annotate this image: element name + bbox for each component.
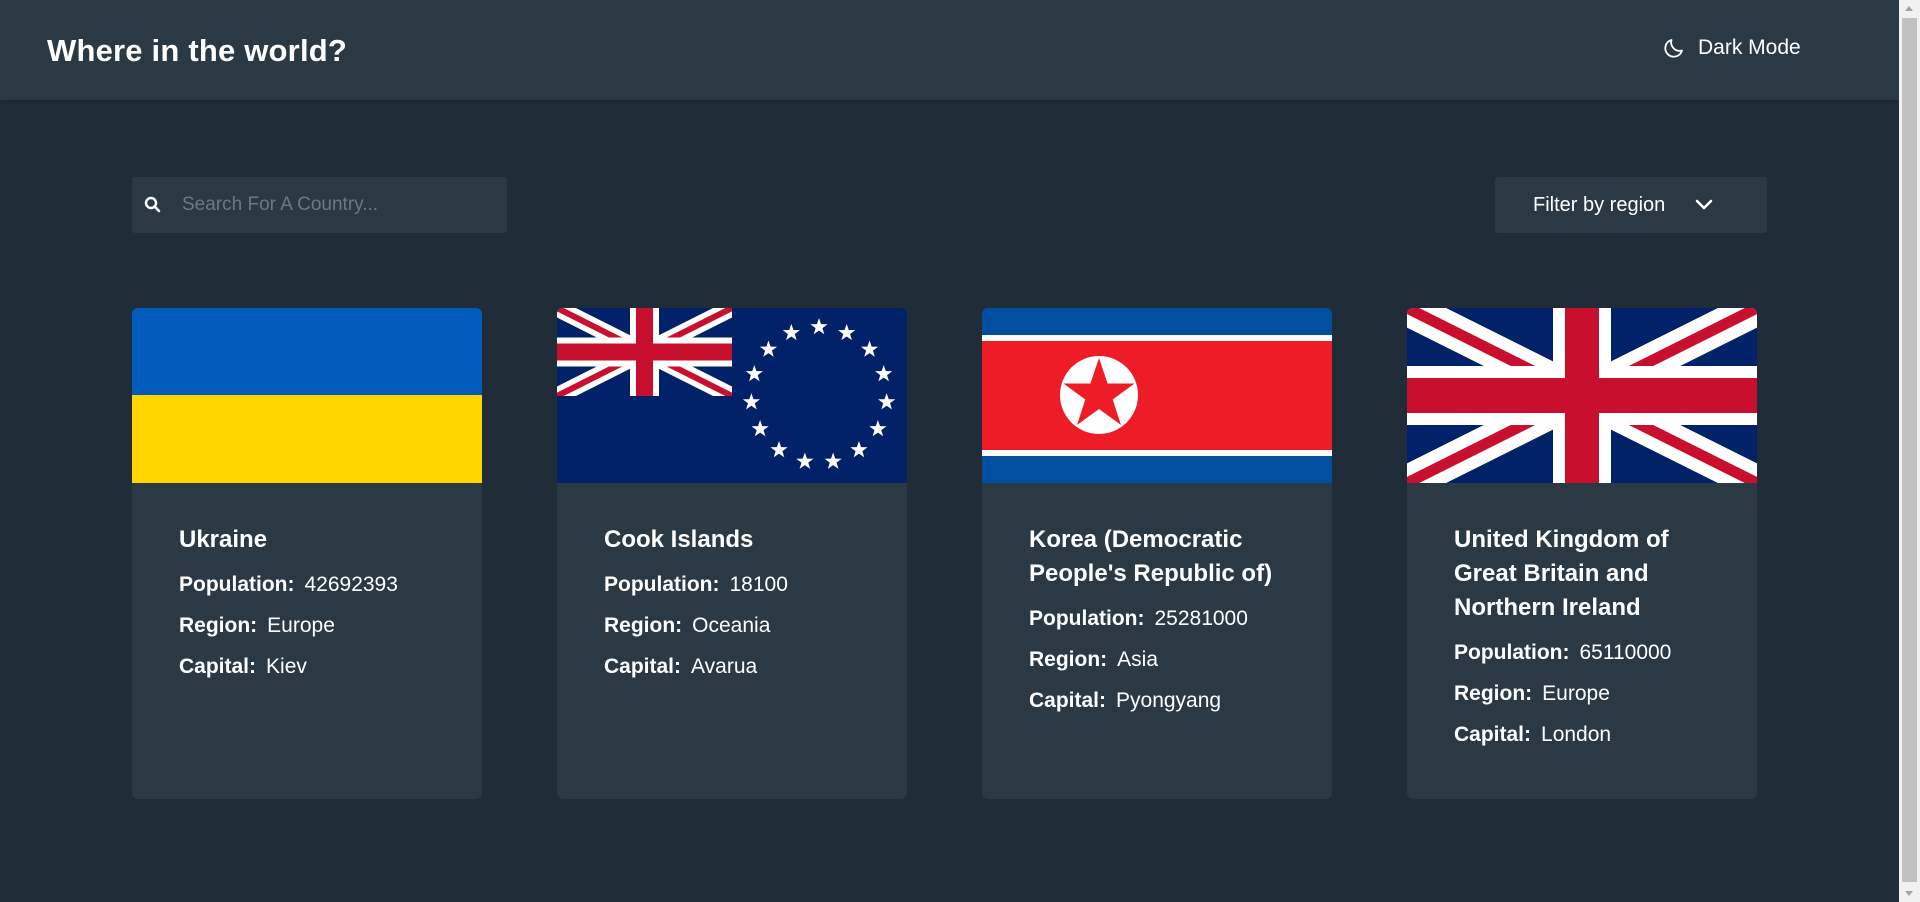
region-row: Region: Europe: [1454, 682, 1710, 706]
region-value: Europe: [267, 614, 335, 637]
north-korea-flag: [982, 308, 1332, 483]
country-name: Ukraine: [179, 526, 268, 553]
country-name: Cook Islands: [604, 526, 754, 553]
dark-mode-toggle[interactable]: Dark Mode: [1662, 36, 1801, 60]
population-row: Population: 25281000: [1029, 607, 1285, 631]
ukraine-flag: [132, 308, 482, 483]
capital-row: Capital: Kiev: [179, 655, 435, 679]
region-row: Region: Europe: [179, 614, 435, 638]
population-label: Population:: [1454, 641, 1570, 664]
country-card[interactable]: Korea (Democratic People's Republic of) …: [982, 308, 1332, 799]
search-icon: [144, 196, 162, 214]
country-name: United Kingdom of Great Britain and Nort…: [1454, 526, 1669, 621]
region-row: Region: Oceania: [604, 614, 860, 638]
united-kingdom-flag: [1407, 308, 1757, 483]
cook-islands-flag: [557, 308, 907, 483]
capital-value: Pyongyang: [1116, 689, 1222, 712]
dark-mode-label: Dark Mode: [1698, 36, 1801, 59]
population-value: 25281000: [1154, 607, 1248, 630]
moon-icon: [1662, 36, 1686, 60]
region-label: Region:: [1029, 648, 1108, 671]
country-card[interactable]: Ukraine Population: 42692393 Region: Europ…: [132, 308, 482, 799]
capital-row: Capital: London: [1454, 723, 1710, 747]
app-title: Where in the world?: [47, 33, 348, 68]
top-header: Where in the world? Dark Mode: [0, 0, 1899, 100]
capital-value: London: [1541, 723, 1612, 746]
filter-label: Filter by region: [1533, 193, 1666, 216]
region-label: Region:: [179, 614, 258, 637]
capital-row: Capital: Pyongyang: [1029, 689, 1285, 713]
region-value: Europe: [1542, 682, 1610, 705]
country-card[interactable]: Cook Islands Population: 18100 Region: Oce…: [557, 308, 907, 799]
region-value: Oceania: [692, 614, 771, 637]
population-value: 65110000: [1579, 641, 1672, 664]
vertical-scrollbar[interactable]: [1899, 0, 1920, 902]
capital-label: Capital:: [1029, 689, 1107, 712]
capital-value: Avarua: [691, 655, 758, 678]
region-value: Asia: [1117, 648, 1159, 671]
chevron-down-icon: [1693, 194, 1715, 216]
scroll-down-arrow-icon[interactable]: [1905, 891, 1913, 896]
country-name: Korea (Democratic People's Republic of): [1029, 526, 1273, 587]
country-card[interactable]: United Kingdom of Great Britain and Nort…: [1407, 308, 1757, 799]
region-label: Region:: [1454, 682, 1533, 705]
population-label: Population:: [179, 573, 295, 596]
scrollbar-thumb[interactable]: [1902, 18, 1917, 882]
population-row: Population: 65110000: [1454, 641, 1710, 665]
capital-label: Capital:: [1454, 723, 1532, 746]
population-label: Population:: [604, 573, 720, 596]
scroll-up-arrow-icon[interactable]: [1905, 6, 1913, 11]
capital-label: Capital:: [604, 655, 682, 678]
region-row: Region: Asia: [1029, 648, 1285, 672]
search-box[interactable]: [132, 177, 507, 233]
region-label: Region:: [604, 614, 683, 637]
capital-row: Capital: Avarua: [604, 655, 860, 679]
population-row: Population: 42692393: [179, 573, 435, 597]
capital-label: Capital:: [179, 655, 257, 678]
capital-value: Kiev: [266, 655, 307, 678]
population-value: 18100: [729, 573, 788, 596]
population-row: Population: 18100: [604, 573, 860, 597]
region-filter-dropdown[interactable]: Filter by region: [1495, 177, 1767, 233]
population-label: Population:: [1029, 607, 1145, 630]
population-value: 42692393: [304, 573, 398, 596]
search-input[interactable]: [182, 194, 482, 216]
